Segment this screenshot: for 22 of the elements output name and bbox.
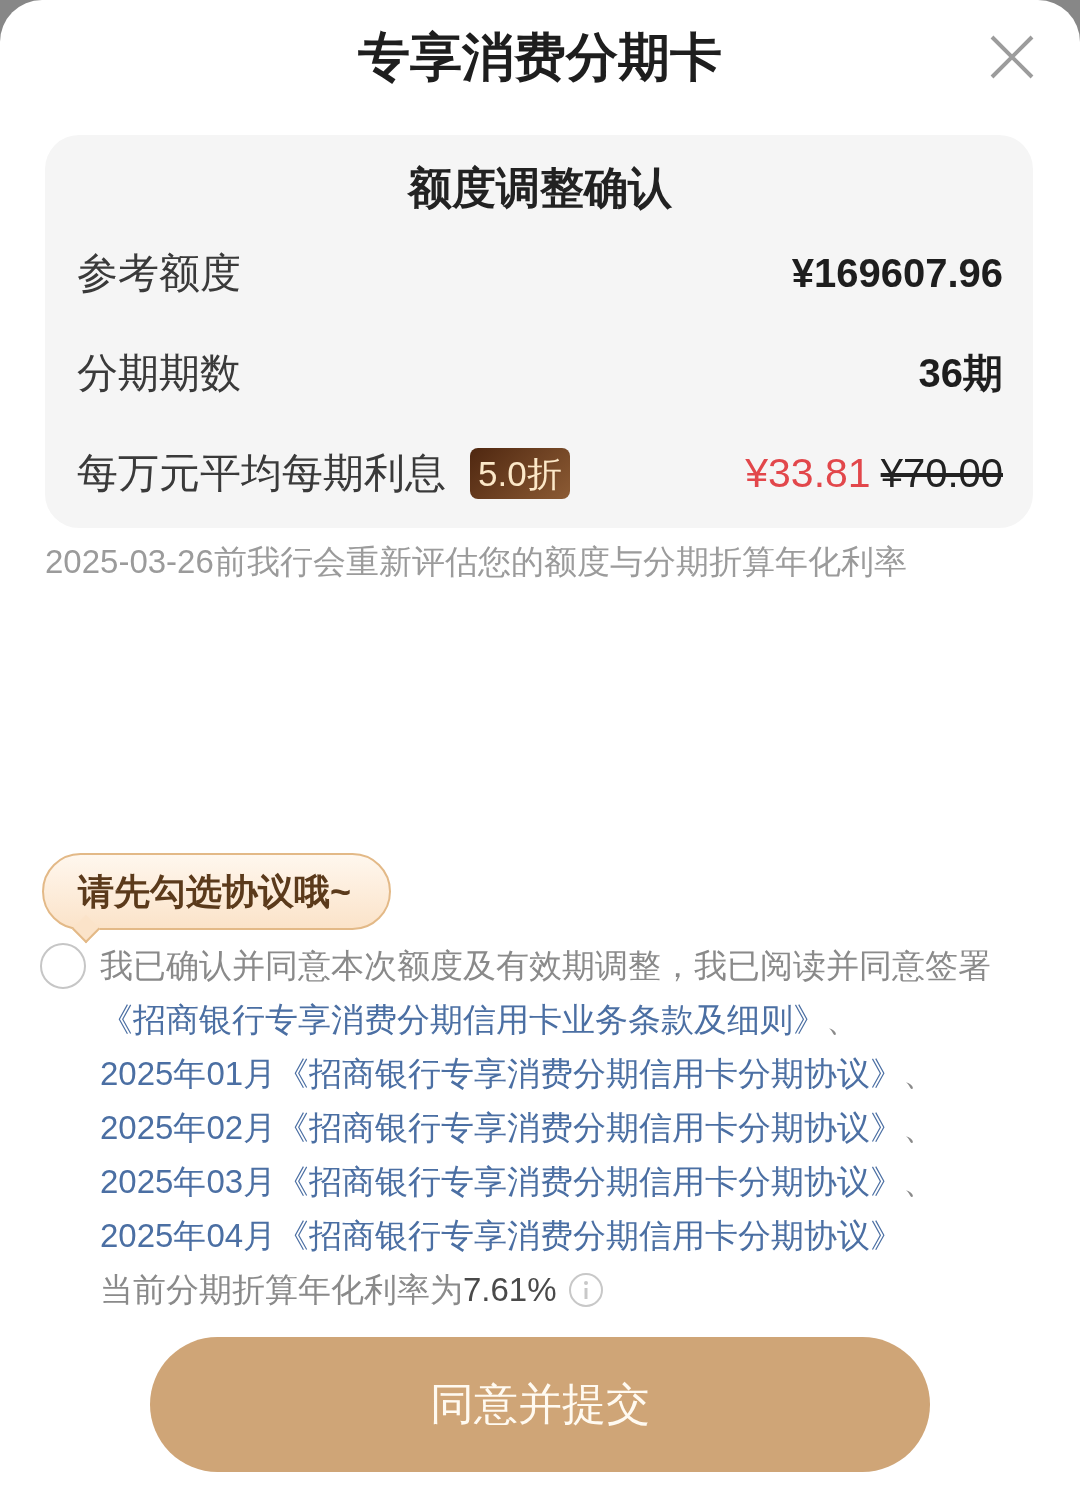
original-price: ¥70.00 [880, 450, 1003, 496]
row-value: ¥169607.96 [791, 250, 1003, 296]
agreement-link[interactable]: 《招商银行专享消费分期信用卡业务条款及细则》 [100, 1001, 826, 1038]
row-label: 分期期数 [77, 348, 241, 398]
row-value: 36期 [918, 349, 1003, 397]
row-label: 每万元平均每期利息 [77, 448, 446, 498]
agreement-text: 我已确认并同意本次额度及有效期调整，我已阅读并同意签署 《招商银行专享消费分期信用卡业务条款及细则》、 2025年01月《招商银行专享消费分期信用卡分期协议》、 2025年02月《招商银行专享消费分期信用卡分期协议》、 2025年03月《招商银行专享消费分期信用卡分期协议》、 2025年04月《招商银行专享消费分期信用卡分期协议》 [100, 946, 992, 1256]
annual-rate-text: 当前分期折算年化利率为7.61% [100, 1270, 557, 1310]
agreement-link[interactable]: 2025年04月《招商银行专享消费分期信用卡分期协议》 [100, 1217, 904, 1254]
agreement-link[interactable]: 2025年02月《招商银行专享消费分期信用卡分期协议》 [100, 1109, 904, 1146]
sheet-title: 专享消费分期卡 [358, 27, 722, 88]
agreement-checkbox[interactable] [40, 943, 86, 989]
agreement-link[interactable]: 2025年01月《招商银行专享消费分期信用卡分期协议》 [100, 1055, 904, 1092]
reassess-note: 2025-03-26前我行会重新评估您的额度与分期折算年化利率 [45, 542, 907, 582]
discounted-price: ¥33.81 [745, 449, 871, 497]
row-label: 参考额度 [77, 248, 241, 298]
card-heading: 额度调整确认 [406, 163, 673, 213]
info-icon[interactable] [568, 1273, 603, 1307]
close-icon[interactable] [990, 35, 1034, 79]
hint-tooltip: 请先勾选协议哦~ [42, 853, 392, 943]
discount-badge: 5.0折 [470, 447, 570, 499]
agreement-link[interactable]: 2025年03月《招商银行专享消费分期信用卡分期协议》 [100, 1163, 904, 1200]
